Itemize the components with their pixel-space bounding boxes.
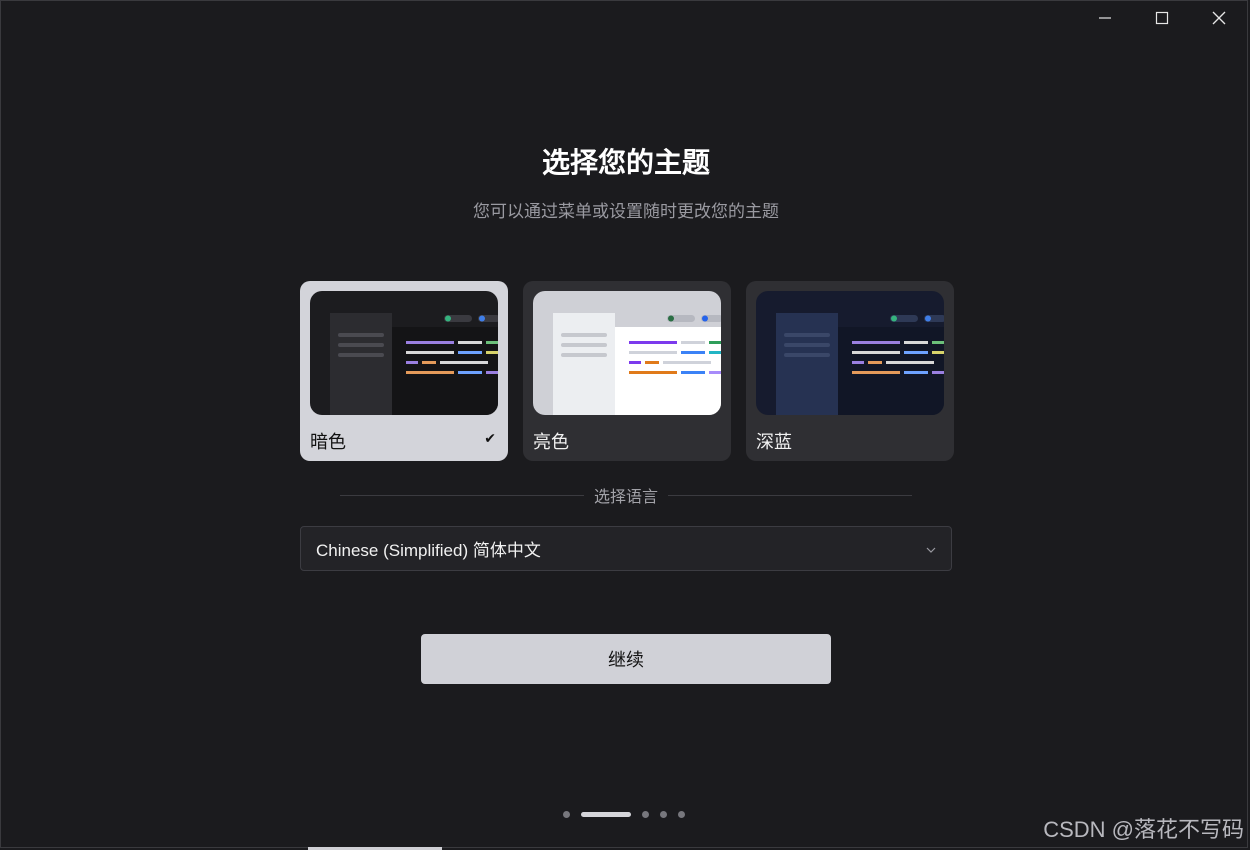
theme-preview-light (533, 291, 721, 415)
language-section-label: 选择语言 (594, 487, 659, 506)
theme-options: 暗色 ✔ 亮色 深蓝 (300, 281, 954, 461)
app-window: 选择您的主题 您可以通过菜单或设置随时更改您的主题 暗色 ✔ 亮色 深蓝 选择语… (0, 0, 1248, 848)
step-dot[interactable] (563, 811, 570, 818)
window-controls (1076, 1, 1247, 35)
theme-card-light[interactable]: 亮色 (523, 281, 731, 461)
minimize-icon (1098, 17, 1111, 19)
watermark: CSDN @落花不写码 (1043, 817, 1244, 842)
theme-label-light: 亮色 (533, 432, 569, 453)
step-dot-active[interactable] (581, 812, 631, 817)
step-dot[interactable] (660, 811, 667, 818)
checkmark-icon: ✔ (484, 431, 496, 447)
minimize-button[interactable] (1076, 1, 1133, 35)
divider-line-left (340, 494, 584, 496)
theme-label-deep-blue: 深蓝 (756, 432, 792, 453)
step-indicator (563, 811, 685, 818)
step-dot[interactable] (678, 811, 685, 818)
page-subtitle: 您可以通过菜单或设置随时更改您的主题 (473, 202, 779, 222)
page-title: 选择您的主题 (541, 146, 710, 179)
theme-card-deep-blue[interactable]: 深蓝 (746, 281, 954, 461)
language-section-divider: 选择语言 (340, 483, 913, 507)
divider-line-right (668, 494, 913, 496)
chevron-down-icon (926, 542, 936, 556)
theme-label-dark: 暗色 (310, 432, 346, 453)
maximize-icon (1155, 11, 1168, 25)
language-select-value: Chinese (Simplified) 简体中文 (316, 541, 541, 560)
step-dot[interactable] (642, 811, 649, 818)
theme-card-dark[interactable]: 暗色 ✔ (300, 281, 508, 461)
theme-preview-dark (310, 291, 498, 415)
maximize-button[interactable] (1133, 1, 1190, 35)
continue-button[interactable]: 继续 (421, 634, 831, 684)
theme-preview-deep-blue (756, 291, 944, 415)
close-button[interactable] (1190, 1, 1247, 35)
close-icon (1212, 11, 1225, 25)
language-select[interactable]: Chinese (Simplified) 简体中文 (300, 526, 952, 571)
